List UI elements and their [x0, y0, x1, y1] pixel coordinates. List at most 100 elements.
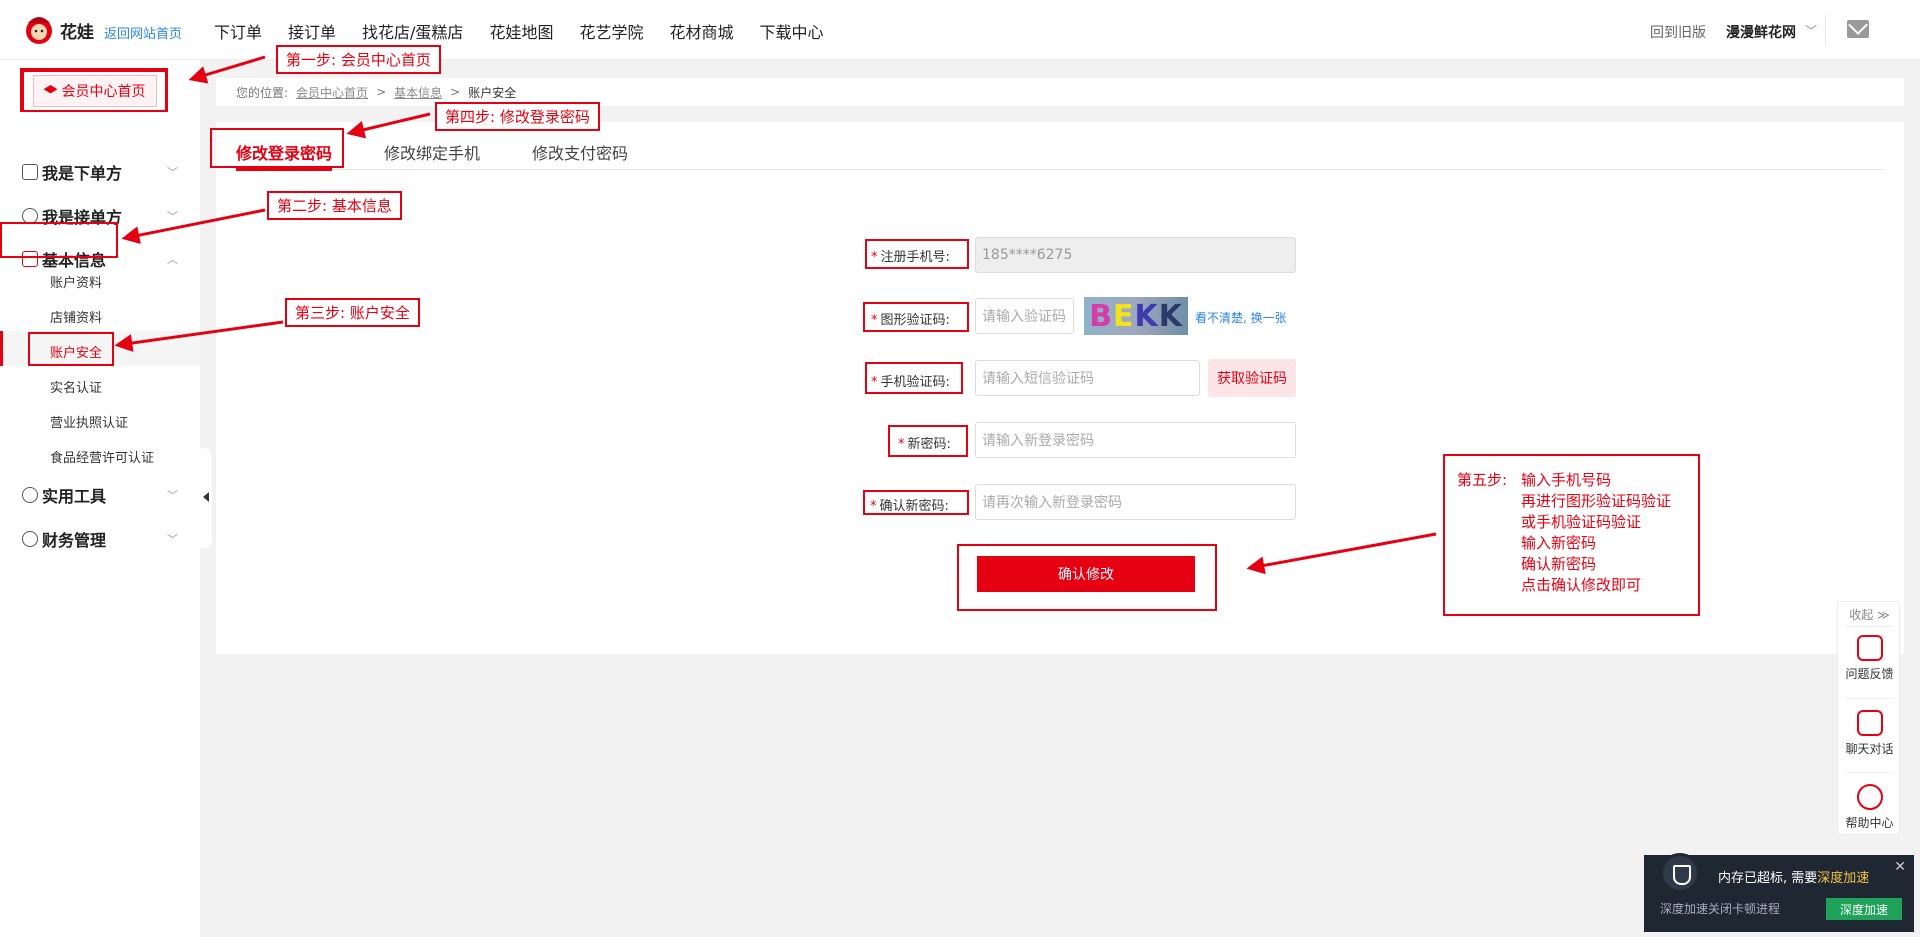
nav-item-download[interactable]: 下载中心 — [759, 19, 823, 43]
captcha-char: E — [1112, 298, 1135, 334]
toast-title-highlight[interactable]: 深度加速 — [1817, 871, 1869, 886]
sidebar-subitem-real-name[interactable]: 实名认证 — [50, 377, 102, 396]
chevron-up-icon: ︿ — [167, 253, 178, 266]
captcha-placeholder: 请输入验证码 — [982, 309, 1066, 325]
breadcrumb-item-current: 账户安全 — [468, 85, 517, 100]
annotation-box-home — [20, 68, 168, 112]
annotation-step5: 第五步: 输入手机号码 再进行图形验证码验证 或手机验证码验证 输入新密码 确认… — [1443, 454, 1700, 616]
annotation-step5-line: 再进行图形验证码验证 — [1521, 492, 1672, 510]
sms-code-input[interactable]: 请输入短信验证码 — [975, 360, 1200, 396]
feedback-button[interactable]: 问题反馈 — [1838, 635, 1901, 682]
annotation-step5-head: 第五步: — [1457, 471, 1508, 489]
shield-icon — [1660, 853, 1700, 893]
nav-item-accept-order[interactable]: 接订单 — [288, 19, 336, 43]
feedback-label: 问题反馈 — [1845, 667, 1894, 681]
annotation-step5-line: 输入手机号码 — [1521, 471, 1612, 489]
chevron-down-icon: ﹀ — [167, 489, 178, 502]
gear-icon — [22, 487, 38, 503]
logo-text: 花娃 — [60, 22, 94, 43]
sidebar-subitem-business-license[interactable]: 营业执照认证 — [50, 412, 128, 431]
annotation-box-tab — [210, 128, 344, 168]
annotation-box-submit — [957, 544, 1217, 611]
tab-change-pay-password[interactable]: 修改支付密码 — [532, 140, 628, 164]
help-center-button[interactable]: 帮助中心 — [1838, 784, 1901, 831]
help-center-label: 帮助中心 — [1845, 816, 1894, 830]
annotation-arrow-step1 — [188, 55, 266, 84]
breadcrumb-item-basic-info[interactable]: 基本信息 — [394, 84, 442, 101]
deep-accelerate-button[interactable]: 深度加速 — [1826, 898, 1902, 920]
toast-subtitle: 深度加速关闭卡顿进程 — [1660, 902, 1781, 916]
annotation-box-basic-info — [0, 222, 118, 258]
divider — [1846, 698, 1893, 699]
sidebar: 会员中心首页 我是下单方 ﹀ 我是接单方 ﹀ 基本信息 ︿ 账户资料 店铺资料 … — [0, 60, 200, 937]
captcha-image[interactable]: B E K K — [1084, 297, 1188, 335]
annotation-step5-line: 点击确认修改即可 — [1521, 576, 1642, 594]
active-tab-indicator — [236, 168, 332, 171]
close-icon[interactable]: ✕ — [1894, 859, 1906, 875]
sidebar-item-label: 财务管理 — [42, 531, 107, 550]
logo-mascot-icon — [26, 17, 52, 44]
back-to-site-link[interactable]: 返回网站首页 — [104, 23, 182, 42]
main-nav: 下订单 接订单 找花店/蛋糕店 花娃地图 花艺学院 花材商城 下载中心 — [214, 19, 850, 43]
captcha-char: B — [1089, 298, 1113, 334]
confirm-password-input[interactable]: 请再次输入新登录密码 — [975, 484, 1296, 520]
captcha-input[interactable]: 请输入验证码 — [975, 298, 1074, 334]
annotation-step5-line: 或手机验证码验证 — [1521, 513, 1642, 531]
memory-toast: 内存已超标, 需要深度加速 ✕ 深度加速关闭卡顿进程 深度加速 — [1644, 853, 1914, 932]
new-password-placeholder: 请输入新登录密码 — [982, 433, 1094, 449]
chat-icon — [1856, 710, 1883, 736]
nav-item-place-order[interactable]: 下订单 — [214, 19, 262, 43]
nav-item-map[interactable]: 花娃地图 — [489, 19, 553, 43]
captcha-char: K — [1134, 298, 1159, 334]
breadcrumb-separator: > — [450, 85, 461, 99]
breadcrumb-prefix: 您的位置: — [236, 85, 289, 100]
mail-icon[interactable] — [1847, 20, 1869, 38]
captcha-refresh-link[interactable]: 看不清楚, 换一张 — [1195, 309, 1287, 326]
sidebar-subitem-account-info[interactable]: 账户资料 — [50, 272, 102, 291]
breadcrumb-separator: > — [376, 85, 387, 99]
annotation-box-account-security — [28, 332, 114, 366]
logo[interactable]: 花娃 — [22, 13, 94, 47]
phone-value: 185****6275 — [982, 247, 1073, 263]
annotation-step2: 第二步: 基本信息 — [267, 191, 402, 220]
sms-placeholder: 请输入短信验证码 — [982, 371, 1094, 387]
annotation-box-captcha — [863, 302, 969, 332]
sidebar-subitem-food-license[interactable]: 食品经营许可认证 — [50, 447, 154, 466]
nav-item-mall[interactable]: 花材商城 — [669, 19, 733, 43]
chevron-down-icon: ﹀ — [1805, 24, 1818, 38]
confirm-password-placeholder: 请再次输入新登录密码 — [982, 495, 1122, 511]
new-password-input[interactable]: 请输入新登录密码 — [975, 422, 1296, 458]
annotation-step3: 第三步: 账户安全 — [285, 298, 420, 327]
get-sms-code-button[interactable]: 获取验证码 — [1208, 359, 1296, 397]
chat-label: 聊天对话 — [1845, 742, 1894, 756]
sidebar-item-tools[interactable]: 实用工具 ﹀ — [0, 477, 200, 513]
annotation-box-confirm-password — [863, 490, 969, 515]
yen-icon — [22, 531, 38, 547]
user-menu[interactable]: 漫漫鲜花网 — [1726, 22, 1796, 42]
sidebar-subitem-shop-info[interactable]: 店铺资料 — [50, 307, 102, 326]
sidebar-item-finance[interactable]: 财务管理 ﹀ — [0, 521, 200, 557]
edit-icon — [1856, 635, 1883, 661]
annotation-box-new-password — [888, 425, 968, 457]
sidebar-item-label: 我是下单方 — [42, 164, 123, 183]
divider — [1825, 14, 1826, 46]
breadcrumb-item-home[interactable]: 会员中心首页 — [296, 84, 368, 101]
old-version-link[interactable]: 回到旧版 — [1650, 22, 1706, 42]
tab-change-phone[interactable]: 修改绑定手机 — [384, 140, 480, 164]
annotation-box-phone — [865, 239, 969, 269]
chevron-down-icon: ﹀ — [167, 533, 178, 546]
chart-icon — [22, 164, 38, 180]
floating-toolbar-collapse[interactable]: 收起 ≫ — [1838, 606, 1901, 623]
chevron-down-icon: ﹀ — [167, 166, 178, 179]
phone-field: 185****6275 — [975, 237, 1296, 273]
annotation-box-sms — [865, 362, 963, 394]
toast-title: 内存已超标, 需要深度加速 — [1718, 867, 1869, 886]
annotation-step5-line: 输入新密码 — [1521, 534, 1597, 552]
sidebar-collapse-toggle[interactable] — [200, 448, 212, 548]
chat-button[interactable]: 聊天对话 — [1838, 710, 1901, 757]
nav-item-academy[interactable]: 花艺学院 — [579, 19, 643, 43]
annotation-step5-line: 确认新密码 — [1521, 555, 1597, 573]
sidebar-item-buyer[interactable]: 我是下单方 ﹀ — [0, 154, 200, 190]
annotation-step4: 第四步: 修改登录密码 — [435, 102, 600, 131]
nav-item-find-shop[interactable]: 找花店/蛋糕店 — [362, 19, 463, 43]
